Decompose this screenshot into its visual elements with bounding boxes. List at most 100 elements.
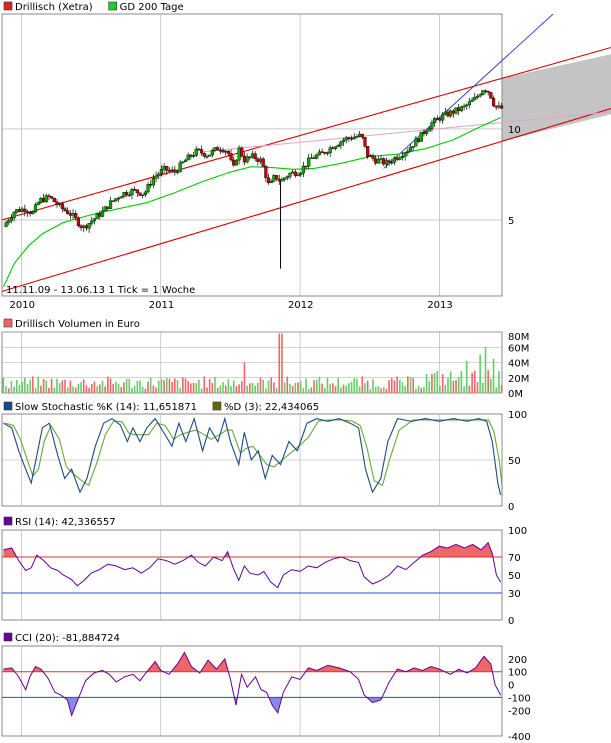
candle bbox=[127, 191, 131, 198]
candle bbox=[36, 201, 40, 206]
volume-bar bbox=[465, 360, 468, 393]
candle bbox=[454, 107, 458, 115]
volume-bar bbox=[412, 378, 414, 393]
volume-bar bbox=[243, 362, 246, 393]
volume-bar bbox=[192, 382, 195, 393]
candle bbox=[258, 156, 263, 165]
candle bbox=[68, 210, 72, 220]
volume-bar bbox=[80, 382, 82, 393]
candle bbox=[449, 109, 453, 118]
candle bbox=[486, 90, 490, 96]
volume-bar bbox=[476, 382, 479, 393]
volume-bar bbox=[498, 371, 500, 393]
volume-bar bbox=[187, 381, 190, 393]
candle bbox=[229, 149, 233, 162]
volume-bar bbox=[286, 376, 289, 393]
volume-bar bbox=[267, 380, 270, 393]
volume-ytick-1: 60M bbox=[508, 343, 529, 354]
candle bbox=[154, 171, 158, 183]
volume-bar bbox=[318, 376, 321, 393]
xtick-1: 2011 bbox=[149, 300, 174, 311]
cci-oversold-fill bbox=[3, 697, 501, 716]
volume-bar bbox=[249, 383, 251, 393]
volume-bar bbox=[179, 387, 181, 393]
cci-ytick-0: 200 bbox=[508, 655, 527, 666]
volume-bar bbox=[240, 381, 243, 393]
candle bbox=[50, 195, 54, 200]
volume-bar bbox=[297, 382, 299, 393]
volume-bar bbox=[15, 379, 18, 393]
candle bbox=[465, 103, 469, 110]
candle bbox=[133, 186, 137, 191]
candle bbox=[149, 180, 153, 189]
volume-bar bbox=[34, 387, 37, 393]
volume-bar bbox=[163, 380, 165, 393]
candle bbox=[216, 145, 220, 151]
price-ytick-0: 10 bbox=[508, 125, 521, 136]
volume-bar bbox=[198, 379, 200, 393]
volume-bar bbox=[441, 374, 444, 393]
volume-bar bbox=[307, 388, 310, 393]
volume-bar bbox=[190, 383, 192, 393]
candle bbox=[20, 206, 24, 213]
candle bbox=[344, 135, 348, 144]
volume-bar bbox=[337, 377, 339, 393]
volume-bar bbox=[206, 387, 208, 393]
volume-bar bbox=[152, 385, 155, 393]
candle bbox=[339, 140, 343, 150]
candle bbox=[336, 143, 340, 148]
candle bbox=[328, 145, 332, 158]
volume-bar bbox=[32, 376, 34, 393]
volume-bar bbox=[69, 380, 72, 393]
volume-bar bbox=[93, 381, 96, 393]
volume-bars bbox=[2, 333, 503, 393]
volume-bar bbox=[125, 378, 128, 393]
candle bbox=[167, 167, 172, 173]
rsi-overbought-fill bbox=[3, 542, 501, 557]
candle bbox=[237, 145, 241, 165]
volume-bar bbox=[374, 386, 377, 393]
volume-bar bbox=[115, 381, 117, 393]
candle bbox=[473, 92, 477, 101]
volume-bar bbox=[214, 376, 216, 393]
volume-bar bbox=[50, 378, 53, 393]
volume-bar bbox=[473, 370, 476, 393]
volume-bar bbox=[345, 385, 348, 393]
candle bbox=[280, 176, 284, 182]
candle bbox=[17, 206, 22, 213]
volume-bar bbox=[104, 386, 106, 393]
volume-bar bbox=[219, 385, 222, 393]
channel-lower-line bbox=[1, 108, 611, 292]
candle bbox=[234, 159, 239, 166]
xtick-2: 2012 bbox=[288, 300, 313, 311]
price-legend-swatch-0 bbox=[3, 1, 13, 11]
volume-bar bbox=[123, 382, 125, 393]
volume-bar bbox=[444, 385, 447, 393]
candle bbox=[114, 198, 118, 203]
rsi-ytick-4: 0 bbox=[508, 616, 514, 627]
candle bbox=[478, 93, 482, 98]
candle bbox=[221, 147, 225, 154]
candle bbox=[406, 147, 410, 156]
volume-bar bbox=[77, 383, 80, 393]
volume-bar bbox=[208, 378, 211, 393]
candle bbox=[138, 192, 142, 197]
volume-bar bbox=[147, 381, 149, 393]
volume-bar bbox=[157, 380, 160, 393]
candle bbox=[173, 165, 177, 176]
price-legend-swatch-1 bbox=[108, 1, 117, 11]
volume-bar bbox=[112, 383, 115, 393]
volume-bar bbox=[291, 385, 294, 393]
candle bbox=[108, 196, 113, 210]
candle bbox=[272, 173, 276, 183]
xtick-3: 2013 bbox=[427, 300, 452, 311]
candle bbox=[232, 156, 236, 168]
volume-ytick-0: 80M bbox=[508, 332, 529, 343]
volume-bar bbox=[447, 377, 449, 393]
candle bbox=[119, 195, 123, 199]
volume-bar bbox=[294, 383, 297, 393]
volume-legend-label-0: Drillisch Volumen in Euro bbox=[15, 319, 140, 330]
volume-bar bbox=[99, 384, 101, 393]
candle bbox=[250, 150, 255, 159]
volume-bar bbox=[393, 380, 396, 393]
